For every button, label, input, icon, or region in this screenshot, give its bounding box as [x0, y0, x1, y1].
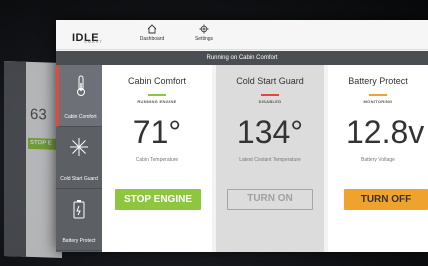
- reflected-sidebar: [4, 60, 26, 257]
- sidebar: Cabin Comfort Cold Start Guard Battery P…: [56, 65, 102, 252]
- idle-smart-logo: IDLE SMART: [72, 28, 116, 44]
- panel-title: Cold Start Guard: [236, 76, 304, 86]
- photo-stage: 63 STOP E IDLE SMART Dashboard Settings …: [0, 0, 428, 266]
- sidebar-item-label: Cold Start Guard: [60, 176, 98, 182]
- snowflake-icon: [70, 138, 88, 156]
- nav-settings[interactable]: Settings: [184, 24, 224, 42]
- reflected-value: 63: [30, 105, 47, 124]
- panel-state: DISABLED: [258, 99, 282, 104]
- turn-on-button[interactable]: TURN ON: [227, 189, 313, 210]
- panel-value-label: Latest Coolant Temperature: [239, 157, 301, 163]
- home-icon: [147, 24, 157, 34]
- gear-icon: [199, 24, 209, 34]
- sidebar-item-label: Battery Protect: [62, 238, 96, 244]
- cabin-temperature-value: 71°: [132, 114, 182, 150]
- panel-title: Cabin Comfort: [127, 76, 187, 86]
- turn-off-button[interactable]: TURN OFF: [344, 189, 428, 210]
- nav-dashboard-label: Dashboard: [139, 36, 165, 42]
- stop-engine-button[interactable]: STOP ENGINE: [115, 189, 201, 210]
- touch-screen: IDLE SMART Dashboard Settings Running on…: [56, 20, 428, 252]
- top-bar: IDLE SMART Dashboard Settings: [56, 20, 428, 50]
- status-indicator-line: [148, 94, 166, 96]
- panel-state: RUNNING ENGINE: [137, 99, 177, 104]
- thermometer-icon: [76, 75, 85, 96]
- sidebar-item-cold-start-guard[interactable]: Cold Start Guard: [56, 127, 102, 189]
- panel-value-label: Battery Voltage: [361, 157, 395, 163]
- panel-battery-protect: Battery Protect MONITORING 12.8v Battery…: [328, 65, 428, 252]
- reflected-screen: 63 STOP E: [4, 60, 62, 259]
- nav-dashboard[interactable]: Dashboard: [132, 24, 172, 42]
- panel-value-label: Cabin Temperature: [135, 157, 179, 163]
- panel-title: Battery Protect: [348, 76, 408, 86]
- logo-subtext: SMART: [84, 39, 103, 44]
- battery-voltage-value: 12.8v: [346, 114, 425, 150]
- sidebar-item-cabin-comfort[interactable]: Cabin Comfort: [56, 65, 102, 127]
- status-indicator-line: [261, 94, 279, 96]
- nav-settings-label: Settings: [194, 36, 214, 42]
- panel-cold-start-guard: Cold Start Guard DISABLED 134° Latest Co…: [216, 65, 324, 252]
- battery-icon: [73, 200, 85, 219]
- status-bar: Running on Cabin Comfort: [56, 51, 428, 65]
- sidebar-item-battery-protect[interactable]: Battery Protect: [56, 189, 102, 251]
- panel-cabin-comfort: Cabin Comfort RUNNING ENGINE 71° Cabin T…: [102, 65, 212, 252]
- status-indicator-line: [369, 94, 387, 96]
- sidebar-item-label: Cabin Comfort: [64, 114, 97, 120]
- coolant-temperature-value: 134°: [236, 114, 304, 150]
- panel-state: MONITORING: [363, 99, 393, 104]
